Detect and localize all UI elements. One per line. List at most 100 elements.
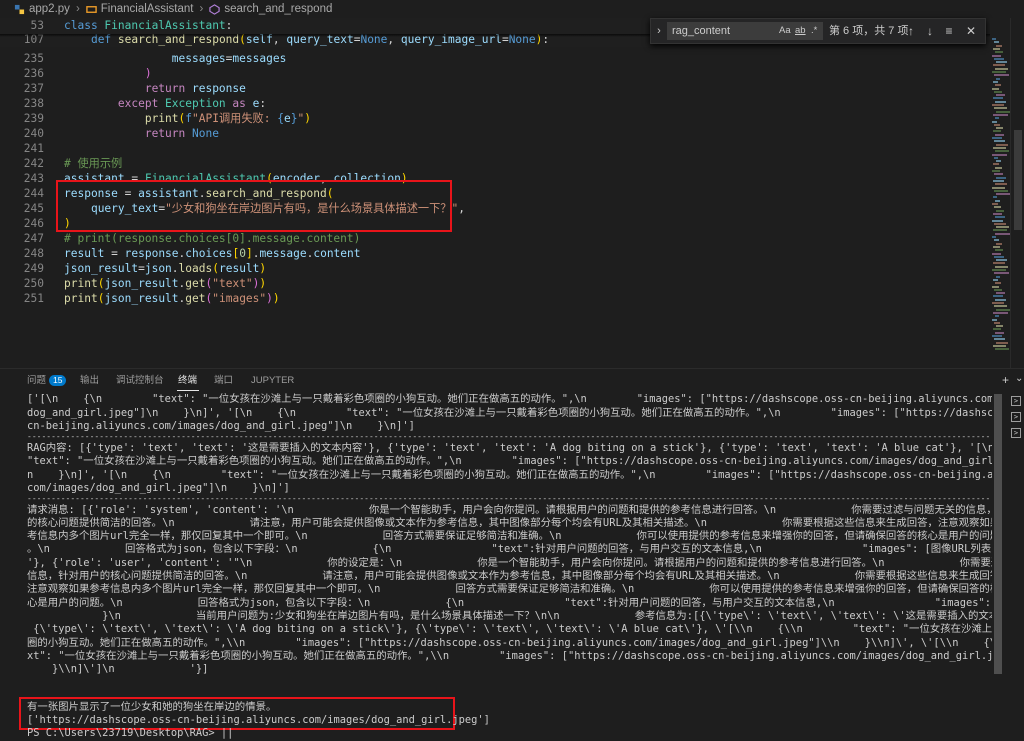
chevron-down-icon[interactable]: ⌄ xyxy=(1015,373,1023,384)
terminal-line: 注意观察如果参考信息内多个图片url完全一样，那仅回复其中一个即可。\n 回答方… xyxy=(27,583,992,596)
minimap-line xyxy=(996,143,1008,146)
terminal-line: "text": "一位女孩在沙滩上与一只戴着彩色项圈的小狗互动。她们正在做高五的… xyxy=(27,455,992,467)
minimap-line xyxy=(993,295,1003,298)
code-line[interactable]: 237 return response xyxy=(0,81,990,96)
minimap-line xyxy=(994,239,999,242)
code-token: as xyxy=(232,97,253,110)
minimap-line xyxy=(992,335,1002,337)
tab-problems[interactable]: 问题 15 xyxy=(27,375,67,387)
code-line[interactable]: 247 # print(response.choices[0].message.c… xyxy=(0,231,990,246)
code-line[interactable]: 249 json_result=json.loads(result) xyxy=(0,261,990,276)
code-line[interactable]: 250 print(json_result.get("text")) xyxy=(0,276,990,291)
editor-scrollbar-thumb[interactable] xyxy=(1014,130,1022,230)
code-line[interactable]: 251 print(json_result.get("images")) xyxy=(0,291,990,306)
find-in-selection-icon[interactable]: ≡ xyxy=(941,23,957,39)
minimap-line xyxy=(994,41,999,44)
minimap-line xyxy=(995,150,1009,153)
code-token: = xyxy=(138,262,145,275)
breadcrumb-class[interactable]: FinancialAssistant xyxy=(86,3,193,15)
minimap-line xyxy=(996,325,1003,328)
minimap-line xyxy=(995,117,999,120)
new-terminal-plus-icon[interactable]: + xyxy=(1002,373,1009,387)
minimap-line xyxy=(992,285,999,288)
code-token: ) xyxy=(259,277,267,290)
minimap-line xyxy=(995,232,1010,235)
code-line[interactable]: 236 ) xyxy=(0,66,990,81)
code-token: json_result xyxy=(104,292,179,305)
terminal-scrollbar-thumb[interactable] xyxy=(994,394,1002,674)
previous-match-arrow-up-icon[interactable]: ↑ xyxy=(903,23,919,39)
chevron-right-icon: › xyxy=(75,3,80,15)
terminal-instance-icon[interactable]: > xyxy=(1011,396,1021,406)
minimap-line xyxy=(992,137,1002,139)
code-token: 0 xyxy=(239,247,246,260)
tab-debug-console[interactable]: 调试控制台 xyxy=(116,375,164,387)
minimap-line xyxy=(996,242,1002,245)
code-token: : xyxy=(225,19,233,32)
minimap-line xyxy=(995,298,1006,301)
match-whole-word-option[interactable]: ab xyxy=(795,23,806,39)
code-token: json xyxy=(144,262,172,275)
tab-output[interactable]: 输出 xyxy=(80,375,99,387)
minimap-line xyxy=(992,203,998,205)
line-number: 249 xyxy=(23,262,44,275)
breadcrumb-method[interactable]: search_and_respond xyxy=(209,3,332,15)
code-line[interactable]: 239 print(f"API调用失败: {e}") xyxy=(0,111,990,126)
code-line[interactable]: 235 messages=messages xyxy=(0,51,990,66)
code-line[interactable]: 242 # 使用示例 xyxy=(0,156,990,171)
code-text: json_result=json.loads(result) xyxy=(64,261,266,276)
code-token: return xyxy=(144,127,192,140)
code-text: class FinancialAssistant: xyxy=(64,18,232,33)
code-text: result = response.choices[0].message.con… xyxy=(64,246,361,261)
code-token: = xyxy=(104,247,125,260)
terminal-instance-icon[interactable]: > xyxy=(1011,412,1021,422)
breadcrumb-file[interactable]: app2.py xyxy=(14,3,70,15)
code-line[interactable]: 240 return None xyxy=(0,126,990,141)
terminal-line: RAG内容: [{'type': 'text', 'text': '这是需要插入… xyxy=(27,441,992,454)
tab-terminal[interactable]: 终端 xyxy=(178,375,197,387)
code-token: ( xyxy=(212,262,219,275)
line-number: 250 xyxy=(23,277,44,290)
code-token: ) xyxy=(144,67,152,80)
minimap-line xyxy=(994,222,1006,225)
minimap-line xyxy=(993,229,1007,232)
line-number: 53 xyxy=(30,19,44,32)
minimap-line xyxy=(992,186,1005,189)
line-number: 241 xyxy=(23,142,44,155)
code-token: # 使用示例 xyxy=(64,157,123,170)
code-highlight-box xyxy=(56,180,452,232)
minimap-line xyxy=(993,80,998,83)
code-token: json_result xyxy=(64,262,139,275)
code-line[interactable]: 248 result = response.choices[0].message.… xyxy=(0,246,990,261)
use-regex-option[interactable]: .* xyxy=(811,23,817,39)
code-token: e xyxy=(283,112,291,125)
close-icon[interactable]: ✕ xyxy=(963,23,979,39)
match-case-option[interactable]: Aa xyxy=(779,23,791,39)
code-token: get xyxy=(185,277,206,290)
line-number: 245 xyxy=(23,202,44,215)
terminal-instance-icon[interactable]: > xyxy=(1011,428,1021,438)
breadcrumb: app2.py › FinancialAssistant › search_an… xyxy=(0,0,1024,18)
minimap-line xyxy=(996,127,1003,130)
minimap-line xyxy=(996,44,1002,47)
toggle-replace-chevron-icon[interactable]: › xyxy=(653,24,665,38)
minimap-line xyxy=(993,47,1000,50)
class-symbol-icon xyxy=(86,5,97,13)
minimap-line xyxy=(995,331,1004,334)
code-line[interactable]: 241 xyxy=(0,141,990,156)
code-token: ) xyxy=(304,112,311,125)
minimap-line xyxy=(994,123,1000,126)
code-token: choices xyxy=(185,247,233,260)
line-number: 248 xyxy=(23,247,44,260)
minimap[interactable] xyxy=(990,18,1011,368)
code-line[interactable]: 238 except Exception as e: xyxy=(0,96,990,111)
line-number: 236 xyxy=(23,67,44,80)
minimap-line xyxy=(993,97,1003,100)
panel-tab-bar: 问题 15 输出 调试控制台 终端 端口 JUPYTER + ⌄ xyxy=(0,369,1024,393)
terminal-line: PS C:\Users\23719\Desktop\RAG> || xyxy=(27,727,234,739)
minimap-line xyxy=(996,94,1005,97)
tab-ports[interactable]: 端口 xyxy=(214,375,233,387)
tab-jupyter[interactable]: JUPYTER xyxy=(251,375,294,387)
next-match-arrow-down-icon[interactable]: ↓ xyxy=(922,23,938,39)
